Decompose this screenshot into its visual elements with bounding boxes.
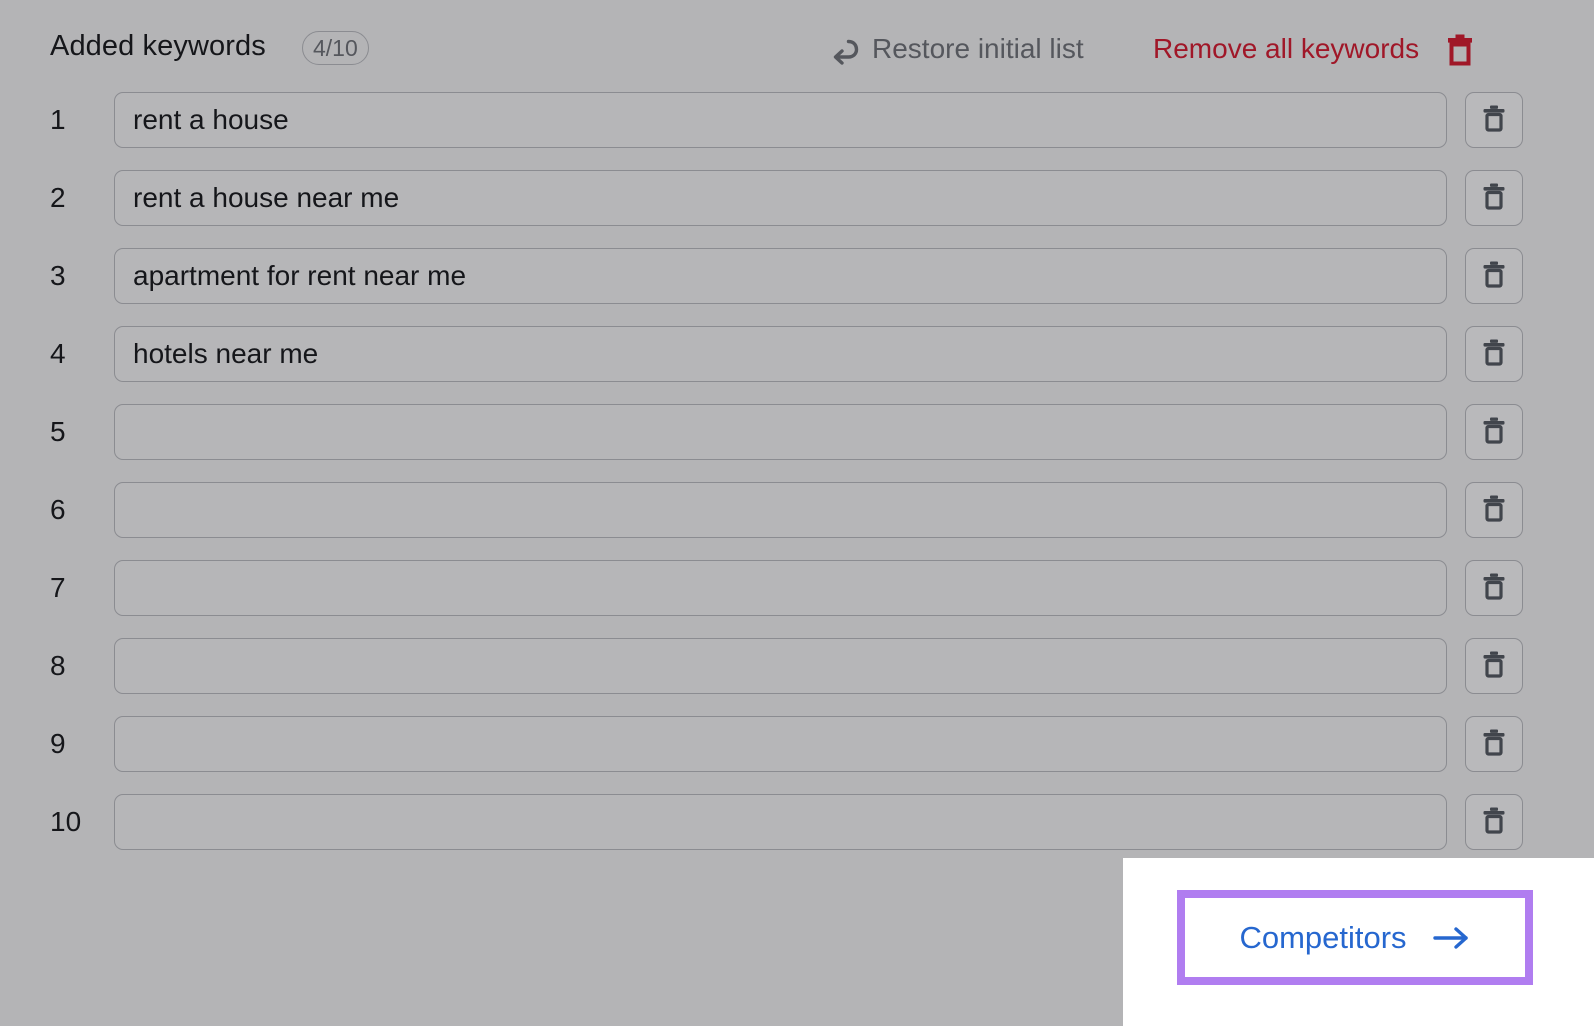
delete-keyword-button[interactable] xyxy=(1465,326,1523,382)
competitors-button[interactable]: Competitors xyxy=(1185,898,1525,977)
delete-keyword-button[interactable] xyxy=(1465,170,1523,226)
delete-keyword-button[interactable] xyxy=(1465,92,1523,148)
keyword-row-index: 9 xyxy=(50,728,66,759)
competitors-button-label: Competitors xyxy=(1239,919,1407,955)
delete-keyword-button[interactable] xyxy=(1465,404,1523,460)
keyword-row-index: 8 xyxy=(50,650,66,681)
trash-icon xyxy=(1481,572,1507,605)
keyword-row: 2 xyxy=(0,170,1594,248)
keyword-input[interactable] xyxy=(114,638,1447,694)
trash-icon xyxy=(1445,32,1475,66)
page-title: Added keywords xyxy=(50,30,266,62)
added-keywords-header: Added keywords 4/10 Restore initial list… xyxy=(0,0,1594,96)
keyword-input[interactable] xyxy=(114,482,1447,538)
keyword-row: 6 xyxy=(0,482,1594,560)
trash-icon xyxy=(1481,182,1507,215)
keyword-row: 7 xyxy=(0,560,1594,638)
keyword-row-index: 1 xyxy=(50,104,66,135)
keyword-row-index: 3 xyxy=(50,260,66,291)
delete-keyword-button[interactable] xyxy=(1465,482,1523,538)
undo-arrow-icon xyxy=(826,32,860,66)
trash-icon xyxy=(1481,728,1507,761)
keyword-row-index: 2 xyxy=(50,182,66,213)
keyword-row-index: 4 xyxy=(50,338,66,369)
arrow-right-icon xyxy=(1432,925,1471,951)
keyword-input[interactable] xyxy=(114,248,1447,304)
keyword-input[interactable] xyxy=(114,560,1447,616)
trash-icon xyxy=(1481,806,1507,839)
keyword-input[interactable] xyxy=(114,404,1447,460)
trash-icon xyxy=(1481,338,1507,371)
keyword-row: 5 xyxy=(0,404,1594,482)
keyword-input[interactable] xyxy=(114,170,1447,226)
delete-keyword-button[interactable] xyxy=(1465,560,1523,616)
keyword-input[interactable] xyxy=(114,92,1447,148)
keyword-row: 3 xyxy=(0,248,1594,326)
trash-icon xyxy=(1481,260,1507,293)
delete-keyword-button[interactable] xyxy=(1465,638,1523,694)
remove-all-keywords-button[interactable]: Remove all keywords xyxy=(1153,26,1475,72)
keyword-input[interactable] xyxy=(114,326,1447,382)
keyword-count-badge: 4/10 xyxy=(302,31,369,65)
keyword-row-index: 7 xyxy=(50,572,66,603)
keyword-row: 9 xyxy=(0,716,1594,794)
keyword-rows-list: 1 2 3 xyxy=(0,92,1594,872)
restore-initial-list-label: Restore initial list xyxy=(872,33,1084,64)
restore-initial-list-button[interactable]: Restore initial list xyxy=(826,26,1084,72)
keyword-row-index: 10 xyxy=(50,806,82,837)
keyword-row-index: 5 xyxy=(50,416,66,447)
trash-icon xyxy=(1481,650,1507,683)
keyword-row: 8 xyxy=(0,638,1594,716)
delete-keyword-button[interactable] xyxy=(1465,794,1523,850)
remove-all-keywords-label: Remove all keywords xyxy=(1153,33,1420,64)
delete-keyword-button[interactable] xyxy=(1465,248,1523,304)
keyword-row: 4 xyxy=(0,326,1594,404)
keyword-input[interactable] xyxy=(114,794,1447,850)
trash-icon xyxy=(1481,104,1507,137)
trash-icon xyxy=(1481,416,1507,449)
delete-keyword-button[interactable] xyxy=(1465,716,1523,772)
keyword-input[interactable] xyxy=(114,716,1447,772)
keyword-row-index: 6 xyxy=(50,494,66,525)
trash-icon xyxy=(1481,494,1507,527)
keyword-row: 1 xyxy=(0,92,1594,170)
